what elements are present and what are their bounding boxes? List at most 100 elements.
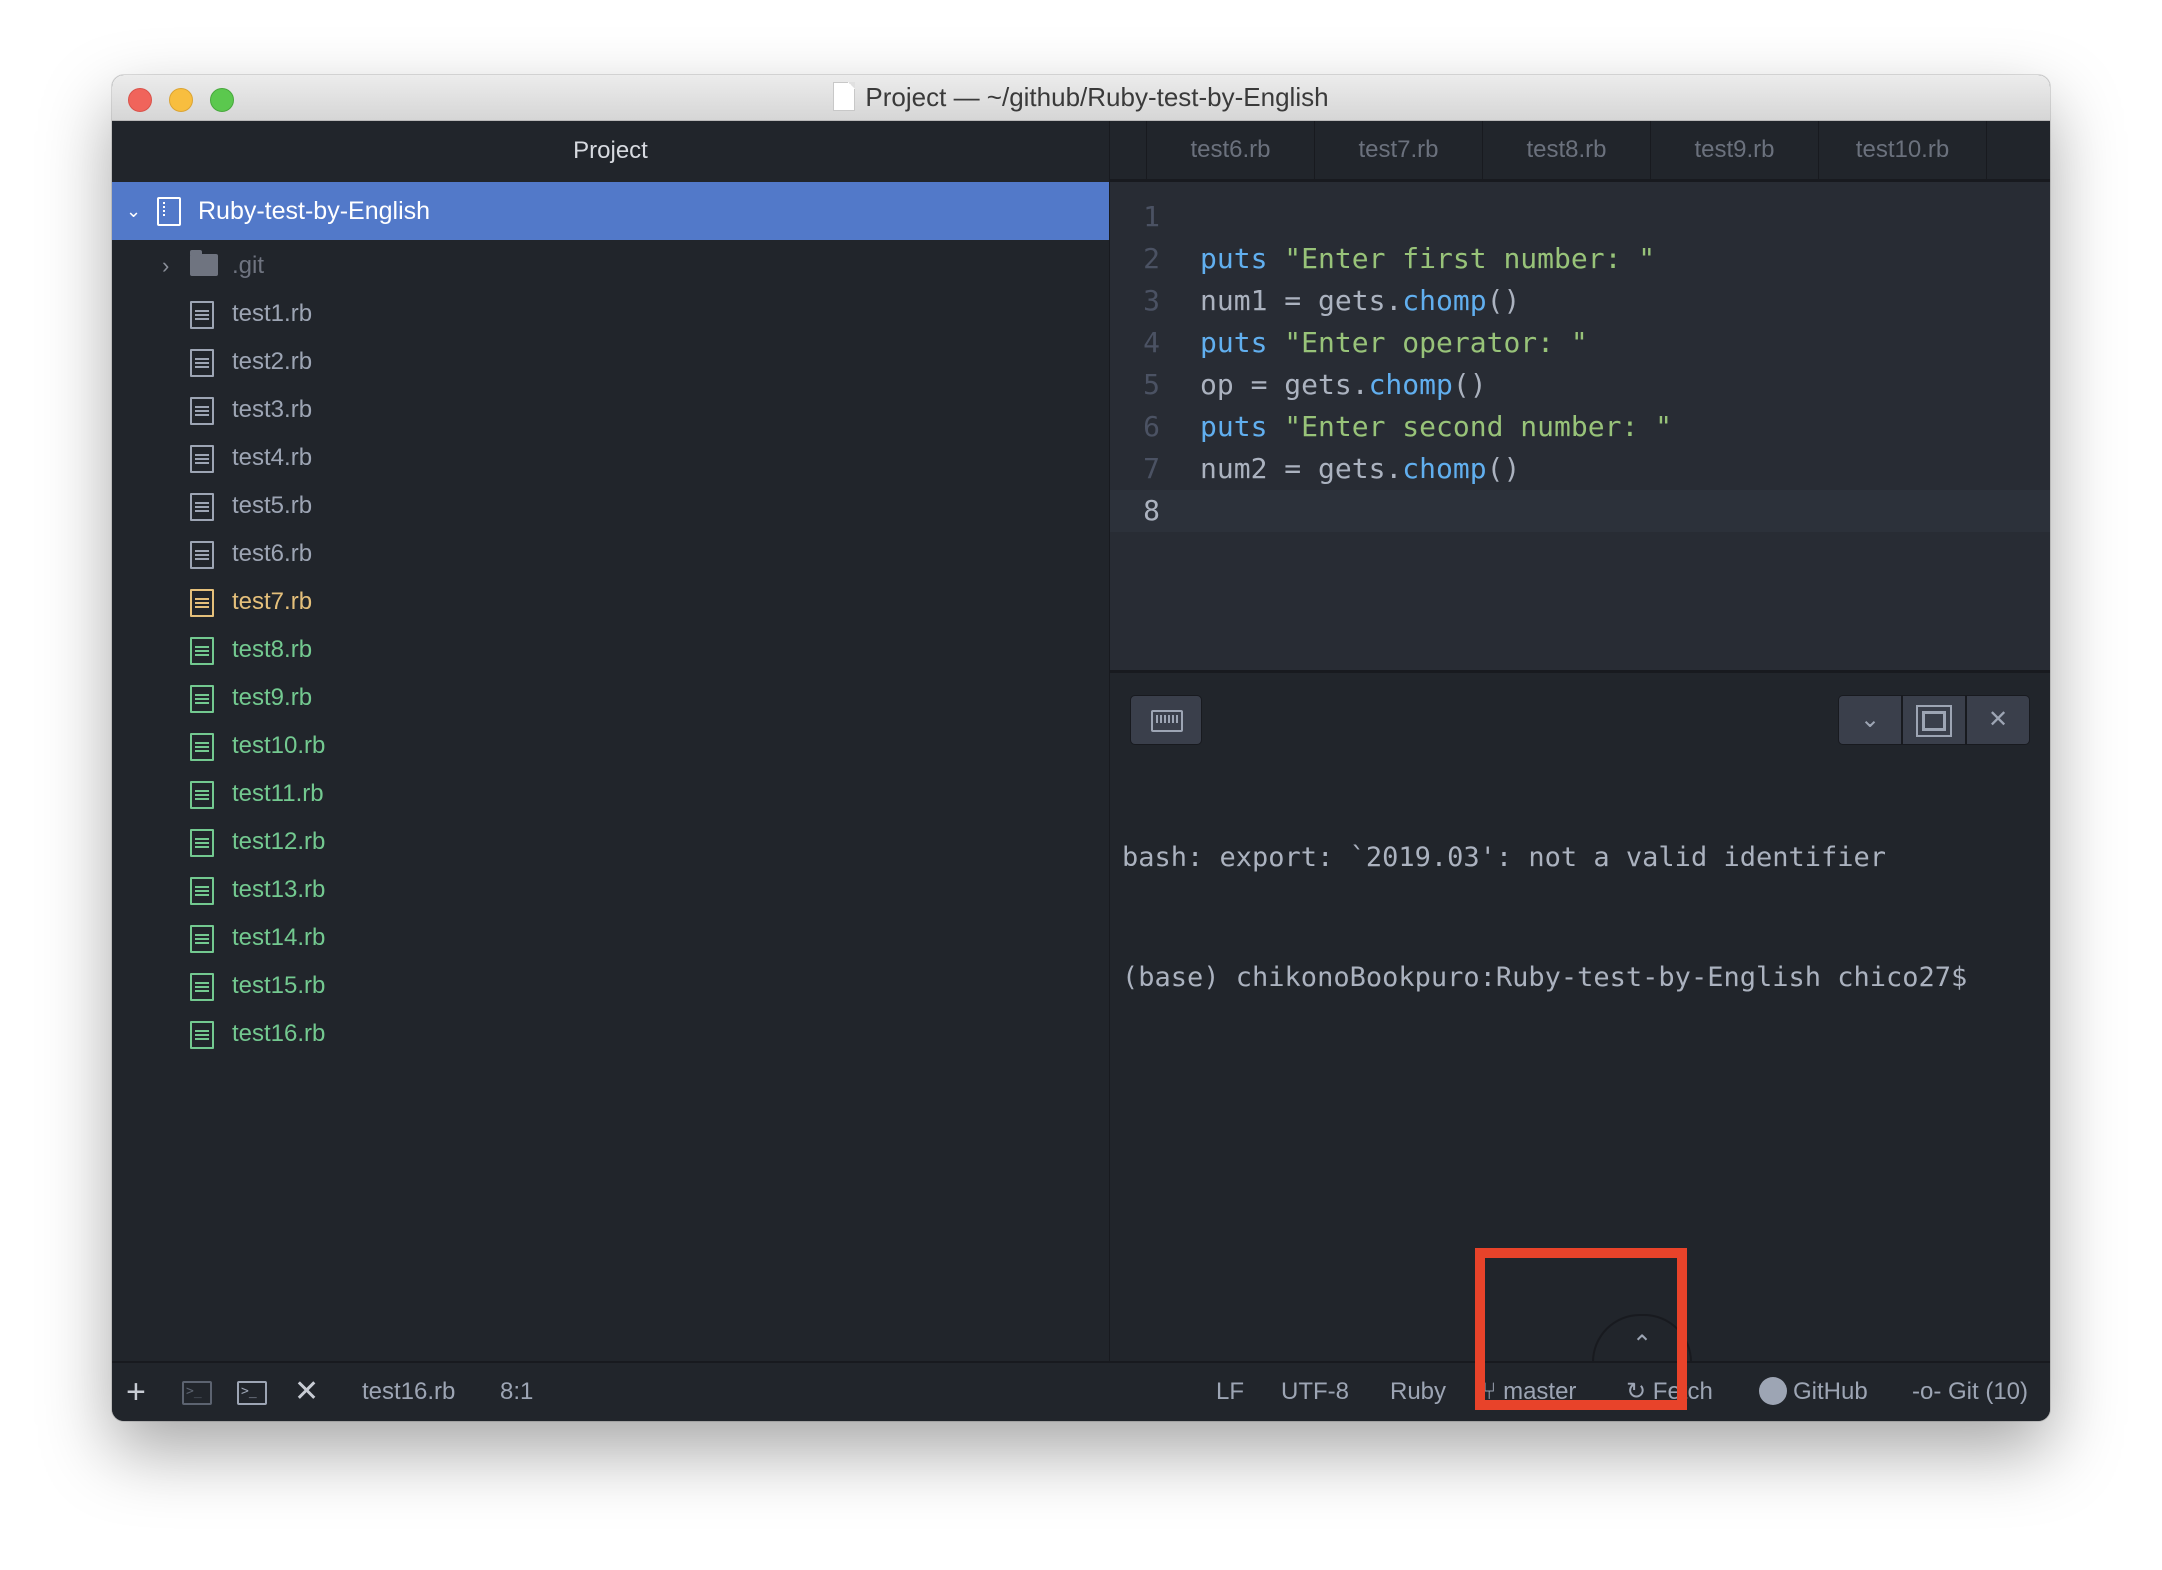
tree-file[interactable]: test16.rb <box>112 1010 1109 1058</box>
maximize-terminal-button[interactable] <box>1903 696 1967 744</box>
code-line[interactable]: 6 puts "Enter second number: " <box>1110 406 2050 448</box>
tree-item-label: test15.rb <box>232 972 326 999</box>
tree-item-label: test3.rb <box>232 396 313 423</box>
tree-file[interactable]: test13.rb <box>112 866 1109 914</box>
code-keyword: chomp <box>1368 368 1453 401</box>
line-ending[interactable]: LF <box>1216 1363 1244 1421</box>
tree-view: Project ⌄ Ruby-test-by-English › .git test… <box>112 121 1110 1361</box>
close-terminal-button[interactable]: ✕ <box>1967 696 2029 744</box>
file-icon <box>190 349 214 377</box>
tree-item-label: test9.rb <box>232 684 313 711</box>
tree-item-label: test13.rb <box>232 876 326 903</box>
file-icon <box>190 685 214 713</box>
editor-tab[interactable]: test9.rb <box>1650 121 1818 179</box>
tree-item-label: test12.rb <box>232 828 326 855</box>
code-keyword: puts <box>1200 242 1268 275</box>
tree-folder[interactable]: › .git <box>112 242 1109 290</box>
encoding[interactable]: UTF-8 <box>1281 1363 1349 1421</box>
code-token: op = gets. <box>1200 368 1369 401</box>
code-line[interactable]: 2 puts "Enter first number: " <box>1110 238 2050 280</box>
project-root[interactable]: ⌄ Ruby-test-by-English <box>112 182 1109 240</box>
chevron-up-icon: ⌃ <box>1631 1331 1653 1358</box>
code-line[interactable]: 3 num1 = gets.chomp() <box>1110 280 2050 322</box>
terminal-tab-1[interactable]: >_ <box>182 1363 212 1421</box>
tree-file[interactable]: test12.rb <box>112 818 1109 866</box>
github-button[interactable]: GitHub <box>1759 1363 1868 1421</box>
folder-icon <box>190 250 218 276</box>
git-label: Git (10) <box>1948 1378 2029 1405</box>
tree-file[interactable]: test7.rb <box>112 578 1109 626</box>
project-root-label: Ruby-test-by-English <box>198 197 431 225</box>
code-token: () <box>1486 452 1521 485</box>
file-icon <box>190 541 214 569</box>
tree-file[interactable]: test14.rb <box>112 914 1109 962</box>
code-text: num1 = gets.chomp() <box>1200 280 1520 322</box>
file-icon <box>190 493 214 521</box>
editor-tab[interactable]: test10.rb <box>1818 121 1986 179</box>
tree-item-label: test6.rb <box>232 540 313 567</box>
code-text: op = gets.chomp() <box>1200 364 1487 406</box>
terminal-output[interactable]: bash: export: `2019.03': not a valid ide… <box>1122 758 1967 1078</box>
fetch-button[interactable]: ↻ Fetch <box>1626 1363 1713 1421</box>
file-icon <box>190 589 214 617</box>
editor-tab[interactable]: test8.rb <box>1482 121 1650 179</box>
branch-selector[interactable]: ⑂ master <box>1482 1363 1576 1421</box>
editor-tab[interactable]: test7.rb <box>1314 121 1482 179</box>
grammar[interactable]: Ruby <box>1390 1363 1446 1421</box>
code-string: "Enter second number: " <box>1284 410 1673 443</box>
tree-item-label: .git <box>232 252 265 279</box>
chevron-right-icon[interactable]: › <box>162 242 169 290</box>
file-icon <box>190 733 214 761</box>
tree-file[interactable]: test1.rb <box>112 290 1109 338</box>
close-all-terminals-button[interactable]: ✕ <box>294 1363 319 1421</box>
tree-file[interactable]: test11.rb <box>112 770 1109 818</box>
code-line[interactable]: 8 <box>1110 490 2050 532</box>
github-icon <box>1759 1377 1787 1405</box>
editor-tab[interactable]: tes <box>1986 121 2050 179</box>
tree-item-label: test10.rb <box>232 732 326 759</box>
current-file[interactable]: test16.rb <box>362 1363 455 1421</box>
code-keyword: puts <box>1200 326 1268 359</box>
code-token: num2 = gets. <box>1200 452 1403 485</box>
tree-file[interactable]: test2.rb <box>112 338 1109 386</box>
tree-file[interactable]: test10.rb <box>112 722 1109 770</box>
git-button[interactable]: -o- Git (10) <box>1912 1363 2028 1421</box>
editor-tab[interactable]: test6.rb <box>1146 121 1314 179</box>
tree-file[interactable]: test8.rb <box>112 626 1109 674</box>
cursor-position[interactable]: 8:1 <box>500 1363 533 1421</box>
code-token: () <box>1452 368 1487 401</box>
github-label: GitHub <box>1793 1378 1868 1405</box>
tree-file[interactable]: test9.rb <box>112 674 1109 722</box>
plus-icon: + <box>126 1373 146 1411</box>
tree-view-header[interactable]: Project <box>112 121 1109 181</box>
tree-file[interactable]: test3.rb <box>112 386 1109 434</box>
tree-item-label: test11.rb <box>232 780 324 807</box>
atom-window: Project — ~/github/Ruby-test-by-English … <box>112 75 2050 1421</box>
chevron-down-icon[interactable]: ⌄ <box>126 182 141 240</box>
tree-file[interactable]: test4.rb <box>112 434 1109 482</box>
terminal-tab-2[interactable]: >_ <box>237 1363 267 1421</box>
collapse-terminal-button[interactable]: ⌄ <box>1839 696 1903 744</box>
line-number: 5 <box>1143 368 1160 401</box>
code-line[interactable]: 7 num2 = gets.chomp() <box>1110 448 2050 490</box>
tree-file[interactable]: test15.rb <box>112 962 1109 1010</box>
tree-item-label: test7.rb <box>232 588 313 615</box>
new-terminal-button[interactable]: + <box>126 1363 146 1421</box>
tree-file[interactable]: test5.rb <box>112 482 1109 530</box>
git-commit-icon: -o- <box>1912 1378 1948 1405</box>
code-line[interactable]: 5 op = gets.chomp() <box>1110 364 2050 406</box>
terminal-panel[interactable]: ⌄ ✕ bash: export: `2019.03': not a valid… <box>1110 670 2050 1364</box>
tree-file[interactable]: test6.rb <box>112 530 1109 578</box>
keyboard-button[interactable] <box>1130 695 1202 745</box>
branch-name: master <box>1503 1378 1577 1405</box>
code-text: puts "Enter second number: " <box>1200 406 1672 448</box>
code-text: num2 = gets.chomp() <box>1200 448 1520 490</box>
code-text: puts "Enter first number: " <box>1200 238 1655 280</box>
line-number: 7 <box>1143 452 1160 485</box>
tree-item-label: test5.rb <box>232 492 313 519</box>
code-line[interactable]: 4 puts "Enter operator: " <box>1110 322 2050 364</box>
code-editor[interactable]: 1 2 puts "Enter first number: " 3 num1 = get… <box>1110 182 2050 670</box>
code-line[interactable]: 1 <box>1110 196 2050 238</box>
tree-item-label: test2.rb <box>232 348 313 375</box>
